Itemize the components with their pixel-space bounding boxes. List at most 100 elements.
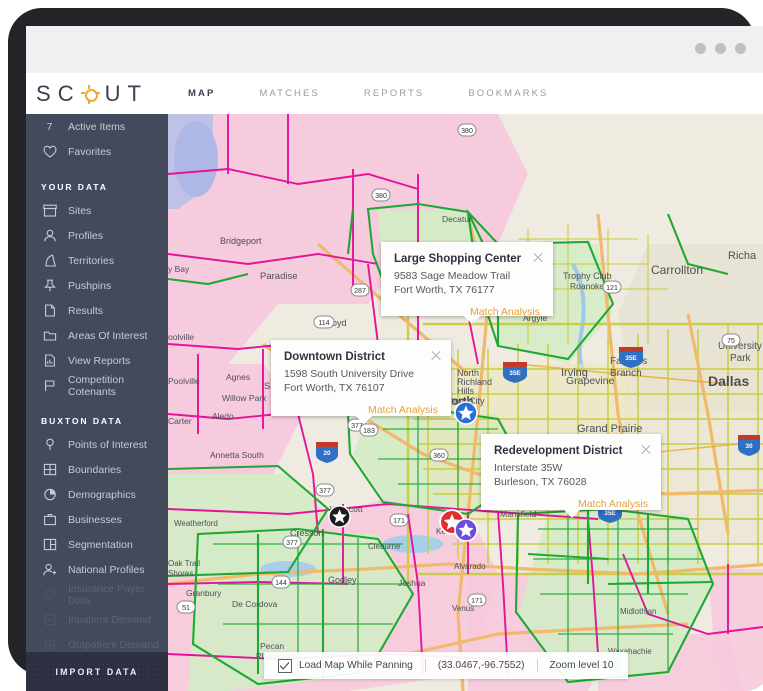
svg-text:Willow Park: Willow Park: [222, 393, 267, 403]
sidebar-item-areas-of-interest[interactable]: Areas Of Interest: [26, 323, 168, 348]
import-data-button[interactable]: IMPORT DATA: [26, 652, 168, 691]
svg-text:121: 121: [606, 285, 618, 292]
purple-star-marker[interactable]: [454, 518, 478, 542]
sidebar-item-label: Areas Of Interest: [68, 329, 148, 342]
map-coordinates: (33.0467,-96.7552): [437, 660, 525, 671]
sidebar-item-label: Outpatient Demand: [68, 638, 160, 651]
svg-text:oolville: oolville: [168, 332, 194, 342]
svg-text:171: 171: [471, 598, 483, 605]
svg-text:Irving: Irving: [561, 367, 588, 379]
svg-text:35E: 35E: [604, 510, 616, 517]
main-nav: MAP MATCHES REPORTS BOOKMARKS: [166, 73, 570, 114]
svg-text:Roanoke: Roanoke: [570, 281, 604, 291]
tab-map[interactable]: MAP: [166, 88, 237, 99]
load-map-while-panning-checkbox[interactable]: [278, 658, 292, 673]
logo-letter-c: C: [57, 81, 81, 106]
sidebar-item-sites[interactable]: Sites: [26, 198, 168, 223]
logo-letter-t: T: [127, 81, 148, 106]
popup-title: Redevelopment District: [494, 445, 623, 457]
sidebar-item-view-reports[interactable]: View Reports: [26, 348, 168, 373]
svg-text:51: 51: [182, 605, 190, 612]
svg-text:377: 377: [286, 540, 298, 547]
sidebar-item-label: Insurance Payer Data: [68, 582, 145, 607]
sidebar-item-businesses[interactable]: Businesses: [26, 507, 168, 532]
clover-icon: [41, 636, 58, 653]
popup-tail: [463, 315, 481, 324]
map-canvas[interactable]: Bridgeport Paradise Boyd Decatur Springt…: [168, 114, 763, 691]
map-pin-icon: [41, 436, 58, 453]
popup-large-shopping-center[interactable]: Large Shopping Center 9583 Sage Meadow T…: [381, 242, 553, 324]
blue-star-marker[interactable]: [454, 401, 478, 425]
popup-tail: [563, 509, 581, 518]
pie-chart-icon: [41, 486, 58, 503]
sidebar-item-label: Segmentation: [68, 538, 133, 551]
sidebar-item-insurance-payer-data[interactable]: Insurance Payer Data: [26, 582, 168, 607]
sidebar-item-label: Sites: [68, 204, 92, 217]
device-bezel: S C U T MAP MATCHES REPORTS BOOKMARKS 7: [8, 8, 763, 691]
folder-icon: [41, 327, 58, 344]
svg-text:Shores: Shores: [168, 569, 193, 578]
sidebar-item-results[interactable]: Results: [26, 298, 168, 323]
svg-text:114: 114: [318, 320, 329, 327]
black-star-marker[interactable]: [328, 505, 351, 528]
map-status-bar: Load Map While Panning (33.0467,-96.7552…: [264, 652, 628, 679]
status-divider: [424, 659, 426, 672]
sidebar-item-points-of-interest[interactable]: Points of Interest: [26, 432, 168, 457]
zoom-level: Zoom level 10: [549, 660, 614, 671]
svg-text:Godley: Godley: [328, 575, 357, 585]
close-icon[interactable]: [532, 251, 544, 263]
sidebar-item-label: Favorites: [68, 145, 112, 158]
sidebar-item-competition-cotenants[interactable]: Competition Cotenants: [26, 373, 168, 398]
svg-text:Hills: Hills: [457, 386, 474, 396]
window-dot-maximize[interactable]: [715, 43, 726, 54]
svg-text:Trophy Club: Trophy Club: [563, 271, 612, 281]
popup-downtown-district[interactable]: Downtown District 1598 South University …: [271, 340, 451, 424]
sidebar-item-boundaries[interactable]: Boundaries: [26, 457, 168, 482]
sidebar-item-segmentation[interactable]: Segmentation: [26, 532, 168, 557]
scout-logo[interactable]: S C U T: [36, 81, 148, 107]
sidebar-item-active-items[interactable]: 7 Active Items: [26, 114, 168, 139]
sidebar-section-buxton-data: BUXTON DATA: [41, 416, 124, 426]
svg-text:Mansfield: Mansfield: [500, 509, 537, 519]
window-dot-close[interactable]: [735, 43, 746, 54]
window-controls[interactable]: [695, 43, 746, 54]
popup-title: Downtown District: [284, 351, 385, 363]
svg-text:Cleburne: Cleburne: [368, 542, 401, 551]
sidebar-item-national-profiles[interactable]: National Profiles: [26, 557, 168, 582]
close-icon[interactable]: [430, 349, 442, 361]
popup-address-line2: Fort Worth, TX 76107: [284, 382, 385, 394]
popup-address-line1: 9583 Sage Meadow Trail: [394, 270, 511, 282]
active-items-count: 7: [46, 120, 53, 133]
sidebar-item-label: Boundaries: [68, 463, 122, 476]
sidebar-item-favorites[interactable]: Favorites: [26, 139, 168, 164]
window-dot-minimize[interactable]: [695, 43, 706, 54]
popup-address-line2: Burleson, TX 76028: [494, 476, 587, 488]
svg-text:380: 380: [461, 128, 473, 135]
svg-text:287: 287: [354, 288, 366, 295]
person-icon: [41, 227, 58, 244]
svg-text:Branch: Branch: [610, 368, 642, 379]
tab-reports[interactable]: REPORTS: [342, 88, 446, 99]
report-chart-icon: [41, 352, 58, 369]
sidebar-item-demographics[interactable]: Demographics: [26, 482, 168, 507]
puzzle-icon: [41, 586, 58, 603]
popup-redevelopment-district[interactable]: Redevelopment District Interstate 35W Bu…: [481, 434, 661, 518]
sidebar-item-profiles[interactable]: Profiles: [26, 223, 168, 248]
close-icon[interactable]: [640, 443, 652, 455]
sidebar-item-label: Businesses: [68, 513, 122, 526]
sidebar-item-pushpins[interactable]: Pushpins: [26, 273, 168, 298]
tab-matches[interactable]: MATCHES: [237, 88, 341, 99]
svg-text:Park: Park: [730, 353, 752, 364]
sidebar-item-label: Profiles: [68, 229, 104, 242]
clipboard-icon: [41, 611, 58, 628]
briefcase-icon: [41, 511, 58, 528]
sidebar-item-territories[interactable]: Territories: [26, 248, 168, 273]
svg-text:35E: 35E: [509, 370, 521, 377]
sidebar-item-inpatient-demand[interactable]: Inpatient Demand: [26, 607, 168, 632]
crosshair-icon: [80, 84, 100, 104]
sidebar-section-your-data: YOUR DATA: [41, 182, 108, 192]
tab-bookmarks[interactable]: BOOKMARKS: [446, 88, 570, 99]
document-icon: [41, 302, 58, 319]
import-data-label: IMPORT DATA: [55, 666, 139, 677]
app-header: S C U T MAP MATCHES REPORTS BOOKMARKS: [26, 73, 763, 115]
